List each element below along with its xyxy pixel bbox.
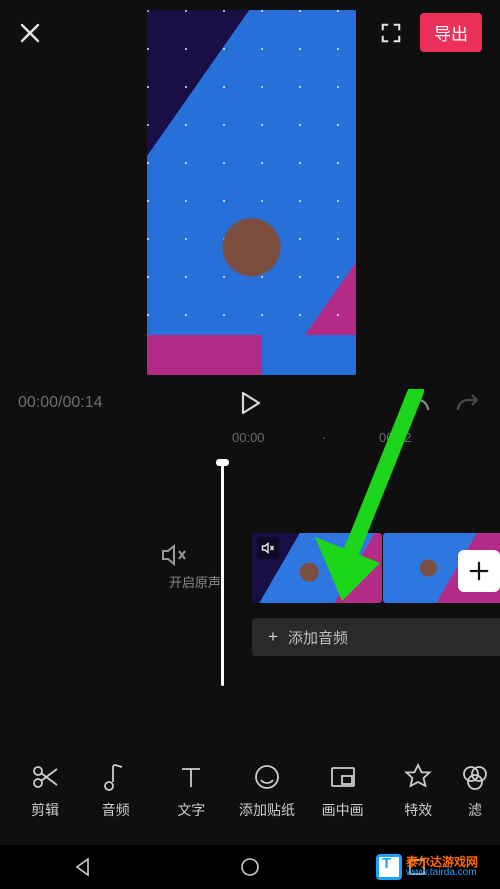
square-icon [406,856,428,878]
tool-label: 音频 [102,802,130,818]
close-icon [18,21,42,45]
add-audio-label: 添加音频 [288,627,348,648]
playhead[interactable] [221,461,224,686]
triangle-left-icon [72,856,94,878]
ruler-dot: · [322,430,326,445]
tool-label: 特效 [404,802,432,818]
tool-label: 画中画 [322,802,364,818]
plus-icon: + [268,627,278,647]
tool-cut[interactable]: 剪辑 [14,762,76,844]
time-ruler: 00:00 · 00:02 [0,430,500,454]
undo-icon [404,392,432,414]
redo-button[interactable] [454,392,482,414]
mute-icon [160,543,188,567]
tool-label: 滤 [468,802,482,818]
tool-effects[interactable]: 特效 [382,762,454,844]
play-button[interactable] [238,390,262,416]
tool-audio[interactable]: 音频 [80,762,152,844]
ruler-tick: 00:02 [379,430,412,445]
redo-icon [454,392,482,414]
circle-icon [239,856,261,878]
add-audio-button[interactable]: + 添加音频 [252,618,500,656]
video-preview[interactable] [147,10,356,375]
tool-label: 文字 [177,802,205,818]
plus-icon [468,560,490,582]
nav-home[interactable] [239,856,261,878]
fullscreen-icon [380,22,402,44]
tool-sticker[interactable]: 添加贴纸 [231,762,303,844]
pip-icon [328,762,358,792]
scissors-icon [30,762,60,792]
add-clip-button[interactable] [458,550,500,592]
undo-button[interactable] [404,392,432,414]
time-display: 00:00/00:14 [18,394,103,412]
text-icon [176,762,206,792]
tool-pip[interactable]: 画中画 [307,762,379,844]
nav-recent[interactable] [406,856,428,878]
clip-mute-badge [257,537,279,559]
nav-back[interactable] [72,856,94,878]
tool-label: 剪辑 [31,802,59,818]
music-note-icon [101,762,131,792]
export-button[interactable]: 导出 [420,13,482,52]
sticker-icon [252,762,282,792]
mute-icon [261,542,275,554]
tool-label: 添加贴纸 [239,802,295,818]
play-icon [238,390,262,416]
star-icon [403,762,433,792]
toggle-original-sound-label: 开启原声 [160,572,230,591]
close-button[interactable] [18,21,42,45]
filter-icon [460,762,490,792]
toggle-original-sound[interactable]: 开启原声 [160,543,230,591]
tool-filter[interactable]: 滤 [458,762,492,844]
ruler-tick: 00:00 [232,430,265,445]
tool-text[interactable]: 文字 [155,762,227,844]
fullscreen-button[interactable] [380,22,402,44]
